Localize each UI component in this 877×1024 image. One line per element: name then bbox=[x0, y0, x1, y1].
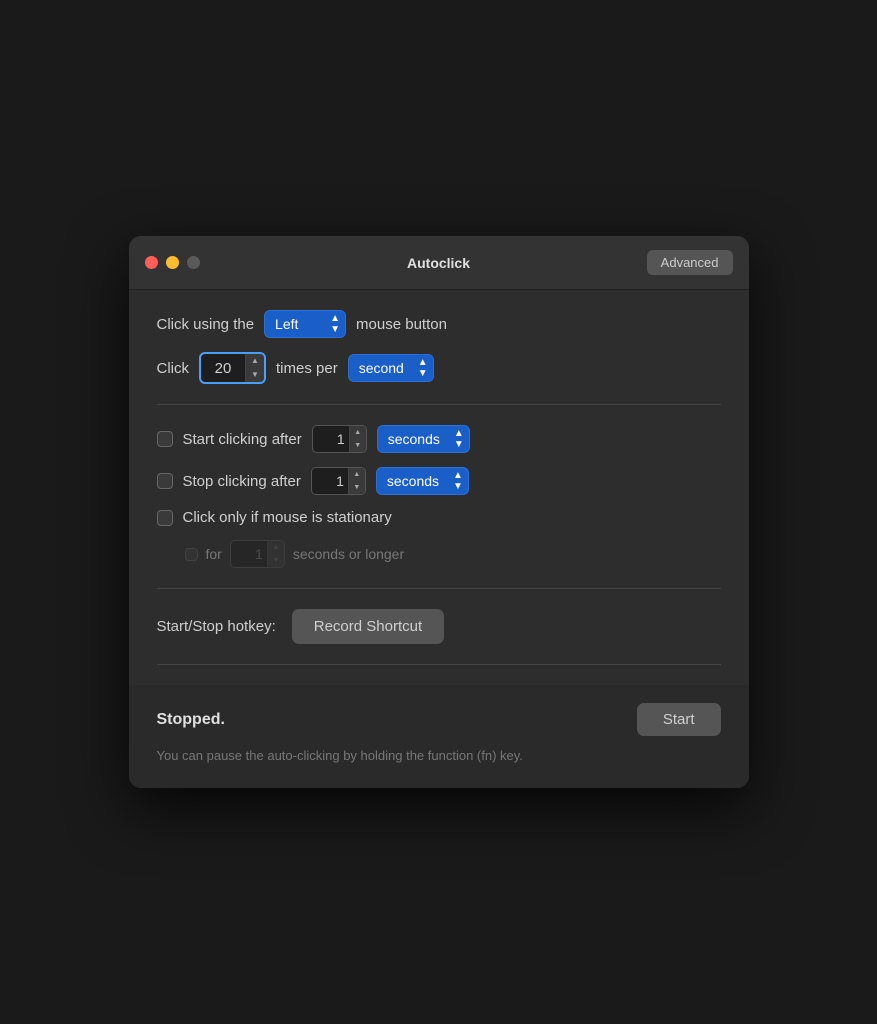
hotkey-row: Start/Stop hotkey: Record Shortcut bbox=[157, 589, 721, 665]
start-after-label: Start clicking after bbox=[183, 431, 302, 448]
click-count-input-wrap: ▲ ▼ bbox=[199, 352, 266, 384]
click-count-up[interactable]: ▲ bbox=[246, 354, 264, 368]
hotkey-label: Start/Stop hotkey: bbox=[157, 618, 276, 635]
status-text: Stopped. bbox=[157, 711, 225, 729]
stationary-checkbox[interactable] bbox=[157, 510, 173, 526]
stop-after-down[interactable]: ▼ bbox=[349, 481, 365, 494]
click-count-down[interactable]: ▼ bbox=[246, 368, 264, 382]
start-after-input[interactable] bbox=[313, 431, 349, 447]
click-rate-row: Click ▲ ▼ times per second minute ▲ bbox=[157, 352, 721, 384]
mouse-button-row: Click using the Left Right Middle ▲ ▼ mo… bbox=[157, 310, 721, 338]
advanced-button[interactable]: Advanced bbox=[647, 250, 733, 275]
click-settings-section: Click using the Left Right Middle ▲ ▼ mo… bbox=[157, 310, 721, 405]
record-shortcut-button[interactable]: Record Shortcut bbox=[292, 609, 444, 644]
footer: Stopped. Start You can pause the auto-cl… bbox=[129, 685, 749, 788]
click-count-stepper: ▲ ▼ bbox=[245, 354, 264, 382]
stationary-up[interactable]: ▲ bbox=[268, 541, 284, 554]
times-per-label: times per bbox=[276, 360, 338, 377]
close-button[interactable] bbox=[145, 256, 158, 269]
stationary-value-wrap: ▲ ▼ bbox=[230, 540, 285, 568]
window-title: Autoclick bbox=[407, 255, 470, 271]
rate-select[interactable]: second minute bbox=[348, 354, 434, 382]
stationary-down[interactable]: ▼ bbox=[268, 554, 284, 567]
stationary-value-input[interactable] bbox=[231, 546, 267, 562]
start-after-input-wrap: ▲ ▼ bbox=[312, 425, 367, 453]
stop-after-label: Stop clicking after bbox=[183, 473, 301, 490]
stationary-row: Click only if mouse is stationary bbox=[157, 509, 721, 526]
stop-after-input[interactable] bbox=[312, 473, 348, 489]
mouse-button-label: mouse button bbox=[356, 316, 447, 333]
stop-after-input-wrap: ▲ ▼ bbox=[311, 467, 366, 495]
autoclick-window: Autoclick Advanced Click using the Left … bbox=[129, 236, 749, 788]
status-row: Stopped. Start bbox=[157, 703, 721, 736]
start-after-down[interactable]: ▼ bbox=[350, 439, 366, 452]
rate-select-wrap: second minute ▲ ▼ bbox=[348, 354, 434, 382]
mouse-button-select-wrap: Left Right Middle ▲ ▼ bbox=[264, 310, 346, 338]
stop-after-row: Stop clicking after ▲ ▼ seconds minutes … bbox=[157, 467, 721, 495]
start-after-unit-select[interactable]: seconds minutes bbox=[377, 425, 470, 453]
stop-after-stepper: ▲ ▼ bbox=[348, 468, 365, 494]
mouse-button-select[interactable]: Left Right Middle bbox=[264, 310, 346, 338]
timing-section: Start clicking after ▲ ▼ seconds minutes… bbox=[157, 405, 721, 589]
stationary-sub-checkbox[interactable] bbox=[185, 548, 198, 561]
start-after-checkbox[interactable] bbox=[157, 431, 173, 447]
or-longer-label: seconds or longer bbox=[293, 546, 404, 562]
minimize-button[interactable] bbox=[166, 256, 179, 269]
hint-text: You can pause the auto-clicking by holdi… bbox=[157, 746, 721, 766]
titlebar: Autoclick Advanced bbox=[129, 236, 749, 290]
start-after-unit-wrap: seconds minutes ▲ ▼ bbox=[377, 425, 470, 453]
click-using-label: Click using the bbox=[157, 316, 255, 333]
traffic-lights bbox=[145, 256, 200, 269]
maximize-button[interactable] bbox=[187, 256, 200, 269]
stop-after-up[interactable]: ▲ bbox=[349, 468, 365, 481]
stationary-label: Click only if mouse is stationary bbox=[183, 509, 392, 526]
start-after-row: Start clicking after ▲ ▼ seconds minutes… bbox=[157, 425, 721, 453]
stop-after-unit-select[interactable]: seconds minutes bbox=[376, 467, 469, 495]
for-label: for bbox=[206, 546, 222, 562]
start-button[interactable]: Start bbox=[637, 703, 721, 736]
stationary-stepper: ▲ ▼ bbox=[267, 541, 284, 567]
click-label: Click bbox=[157, 360, 190, 377]
stop-after-unit-wrap: seconds minutes ▲ ▼ bbox=[376, 467, 469, 495]
stationary-sub-row: for ▲ ▼ seconds or longer bbox=[157, 540, 721, 568]
start-after-up[interactable]: ▲ bbox=[350, 426, 366, 439]
stop-after-checkbox[interactable] bbox=[157, 473, 173, 489]
click-count-input[interactable] bbox=[201, 360, 245, 377]
start-after-stepper: ▲ ▼ bbox=[349, 426, 366, 452]
main-content: Click using the Left Right Middle ▲ ▼ mo… bbox=[129, 290, 749, 685]
